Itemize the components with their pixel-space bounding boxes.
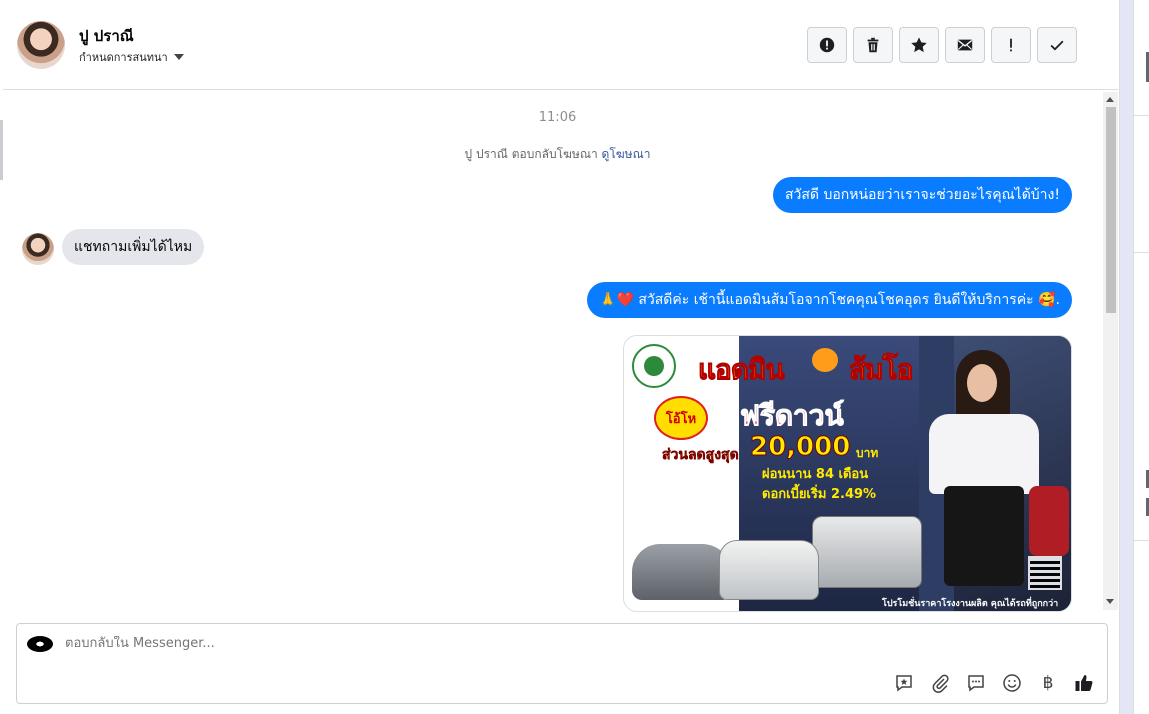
ad-discount-value: 20,000 — [749, 432, 851, 463]
message-timestamp: 11:06 — [538, 110, 577, 125]
contact-avatar[interactable] — [17, 21, 65, 69]
exclamation-icon — [1010, 38, 1012, 52]
ad-sedan — [632, 544, 732, 600]
panel-divider — [1134, 115, 1149, 116]
emoji-button[interactable] — [1001, 672, 1023, 694]
star-icon — [911, 37, 927, 53]
conversation-scrollbar[interactable] — [1103, 92, 1118, 610]
contact-name[interactable]: ปู ปราณี — [79, 24, 134, 48]
ad-headline-name: ส้มโอ — [848, 353, 913, 387]
mail-icon — [957, 39, 973, 51]
message-composer: ฿ — [16, 623, 1108, 704]
ad-reply-text: ปู ปราณี ตอบกลับโฆษณา — [464, 147, 598, 161]
ad-model-shirt — [929, 414, 1039, 494]
spam-button[interactable] — [991, 27, 1031, 63]
star-button[interactable] — [899, 27, 939, 63]
attach-button[interactable] — [929, 672, 951, 694]
ad-model-face — [967, 364, 997, 402]
trash-icon — [867, 37, 879, 53]
dealer-logo — [632, 344, 676, 388]
saved-reply-button[interactable] — [965, 672, 987, 694]
report-button[interactable] — [807, 27, 847, 63]
contact-avatar-small[interactable] — [22, 233, 54, 265]
baht-icon[interactable]: ฿ — [1037, 672, 1059, 694]
panel-divider — [1134, 540, 1149, 541]
ad-installment: ผ่อนนาน 84 เดือน — [762, 467, 869, 482]
qr-code — [1028, 556, 1062, 590]
scroll-up-arrow-icon[interactable] — [1106, 97, 1114, 102]
ad-discount-unit: บาท — [856, 446, 879, 460]
attach-icon — [932, 674, 949, 693]
scroll-down-arrow-icon[interactable] — [1106, 599, 1114, 604]
ad-red-seat — [1029, 486, 1069, 556]
report-icon — [819, 37, 835, 53]
conversation-schedule-dropdown[interactable]: กำหนดการสนทนา — [79, 48, 184, 66]
ad-headline-admin: แอดมิน — [698, 353, 786, 387]
quick-reply-button[interactable] — [893, 672, 915, 694]
ad-discount-label: ส่วนลดสูงสุด — [662, 447, 739, 464]
message-bubble-outgoing: 🙏❤️ สวัสดีค่ะ เช้านี้แอดมินส้มโอจากโชคคุ… — [587, 282, 1072, 318]
panel-divider — [1134, 252, 1149, 253]
header-toolbar — [807, 27, 1077, 63]
ad-burst-badge: โอ้โห — [654, 396, 708, 440]
message-bubble-outgoing: สวัสดี บอกหน่อยว่าเราจะช่วยอะไรคุณได้บ้า… — [772, 177, 1072, 213]
emoji-icon — [1003, 674, 1021, 692]
conversation-panel: ปู ปราณี กำหนดการสนทนา 11:06 ปู ปราณี ตอ… — [0, 0, 1120, 714]
conversation-schedule-label: กำหนดการสนทนา — [79, 51, 168, 64]
ad-image[interactable]: แอดมิน ส้มโอ โอ้โห ฟรีดาวน์ ส่วนลดสูงสุด… — [623, 335, 1072, 612]
scrollbar-thumb[interactable] — [1106, 107, 1116, 313]
composer-actions: ฿ — [893, 672, 1095, 694]
right-side-panel — [1133, 0, 1149, 714]
ad-model-pants — [944, 486, 1024, 586]
conversation-header: ปู ปราณี กำหนดการสนทนา — [3, 0, 1118, 90]
ad-pickup — [719, 540, 819, 600]
caret-down-icon — [173, 54, 184, 60]
quick-reply-icon — [896, 675, 912, 692]
ad-reply-note: ปู ปราณี ตอบกลับโฆษณา ดูโฆษณา — [0, 145, 1115, 164]
like-icon — [1075, 675, 1093, 691]
mark-unread-button[interactable] — [945, 27, 985, 63]
reply-input[interactable] — [65, 636, 965, 651]
message-bubble-incoming: แชทถามเพิ่มได้ไหม — [62, 229, 205, 265]
delete-button[interactable] — [853, 27, 893, 63]
orange-icon — [812, 348, 838, 372]
ad-interest: ดอกเบี้ยเริ่ม 2.49% — [762, 487, 877, 502]
check-icon — [1050, 40, 1064, 51]
page-avatar — [27, 636, 53, 652]
mark-done-button[interactable] — [1037, 27, 1077, 63]
ad-truck-cage — [812, 516, 922, 588]
saved-reply-icon — [968, 675, 984, 692]
ad-footer-text: โปรโมชั่นราคาโรงงานผลิต คุณได้รถที่ถูกกว… — [882, 599, 1059, 609]
like-button[interactable] — [1073, 672, 1095, 694]
view-ad-link[interactable]: ดูโฆษณา — [602, 147, 651, 161]
